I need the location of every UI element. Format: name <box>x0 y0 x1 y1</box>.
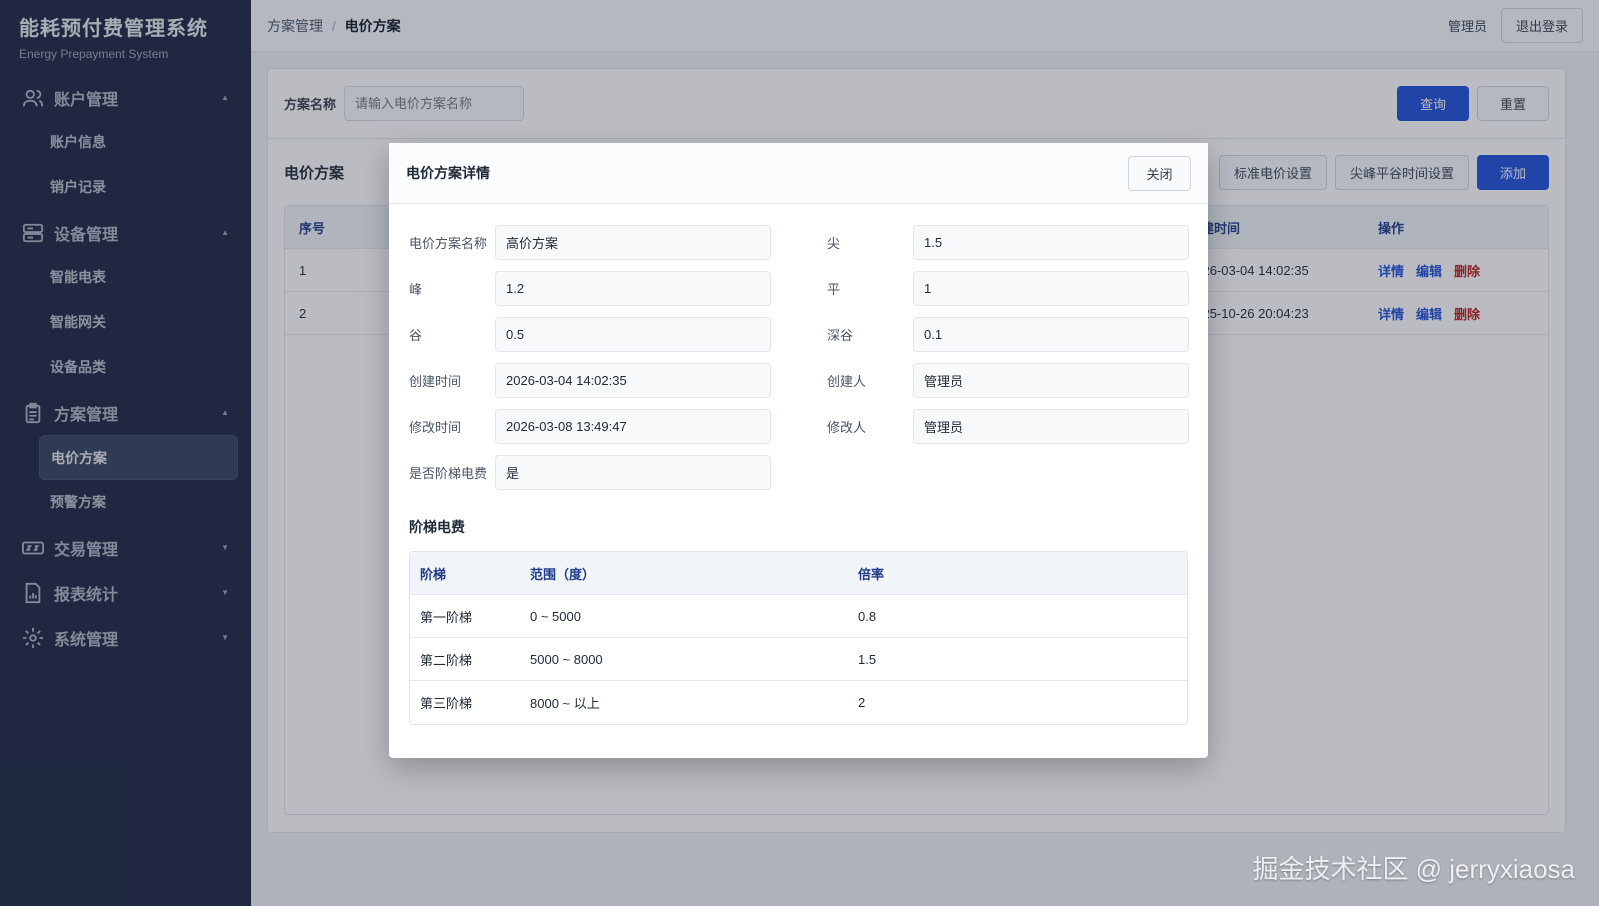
tier-range: 8000 ~ 以上 <box>530 696 600 711</box>
tier-name: 第一阶梯 <box>420 609 473 625</box>
detail-form: 电价方案名称 高价方案尖 1.5 峰 1.2 平 1 谷 0.5 深谷 0.1 创建时间 2026-03… <box>389 204 1208 490</box>
modal-header: 电价方案详情 关闭 <box>389 143 1208 204</box>
field-value: 0.5 <box>495 317 771 352</box>
detail-field: 平1 <box>827 271 1189 306</box>
field-label: 电价方案名称 <box>409 236 488 251</box>
field-label: 修改时间 <box>409 420 462 435</box>
watermark: 掘金技术社区 @ jerryxiaosa <box>1252 854 1575 884</box>
field-value: 2026-03-04 14:02:35 <box>495 363 771 398</box>
field-label: 修改人 <box>827 420 867 435</box>
detail-field: 谷 0.5 <box>409 317 771 352</box>
detail-field: 峰 1.2 <box>409 271 771 306</box>
tier-row: 第三阶梯 8000 ~ 以上 2 <box>410 681 1187 724</box>
tier-header-rate: 倍率 <box>858 566 885 582</box>
tier-row: 第一阶梯 0 ~ 5000 0.8 <box>410 595 1187 638</box>
tier-header-tier: 阶梯 <box>420 566 447 582</box>
field-value: 管理员 <box>913 409 1189 444</box>
field-label: 深谷 <box>827 328 854 343</box>
tier-rate: 2 <box>858 695 866 710</box>
detail-field: 修改人 管理员 <box>827 409 1189 444</box>
field-value: 1.2 <box>495 271 771 306</box>
tier-header: 阶梯 范围（度） 倍率 <box>410 552 1187 595</box>
tier-row: 第二阶梯 5000 ~ 8000 1.5 <box>410 638 1187 681</box>
detail-field: 深谷 0.1 <box>827 317 1189 352</box>
tier-range: 5000 ~ 8000 <box>530 651 603 667</box>
field-value: 0.1 <box>913 317 1189 352</box>
tier-rate: 0.8 <box>858 608 877 624</box>
field-label: 尖 <box>827 236 841 251</box>
detail-field: 尖 1.5 <box>827 225 1189 260</box>
detail-field: 创建时间 2026-03-04 14:02:35 <box>409 363 771 398</box>
field-label: 平 <box>827 282 841 297</box>
tier-name: 第三阶梯 <box>420 696 473 711</box>
close-button[interactable]: 关闭 <box>1128 155 1191 191</box>
modal-title: 电价方案详情 <box>406 165 490 181</box>
detail-field: 电价方案名称 高价方案 <box>409 225 771 260</box>
tier-range: 0 ~ 5000 <box>530 608 581 624</box>
tier-section-title: 阶梯电费 <box>409 519 465 535</box>
field-value: 是 <box>495 455 771 490</box>
detail-field: 创建人 管理员 <box>827 363 1189 398</box>
field-label: 是否阶梯电费 <box>409 466 488 481</box>
detail-field: 修改时间 2026-03-08 13:49:47 <box>409 409 771 444</box>
field-label: 谷 <box>409 328 423 343</box>
field-value: 高价方案 <box>495 225 771 260</box>
tier-table: 阶梯 范围（度） 倍率 第一阶梯 0 ~ 5000 0.8 第二阶梯 5000 ~ 80… <box>409 551 1188 725</box>
field-value: 1 <box>913 271 1189 306</box>
field-value: 1.5 <box>913 225 1189 260</box>
field-label: 创建时间 <box>409 374 462 389</box>
tier-rate: 1.5 <box>858 651 877 667</box>
field-label: 峰 <box>409 282 423 297</box>
field-label: 创建人 <box>827 374 867 389</box>
field-value: 管理员 <box>913 363 1189 398</box>
detail-field: 是否阶梯电费是 <box>409 455 771 490</box>
tier-header-range: 范围（度） <box>530 566 596 582</box>
field-value: 2026-03-08 13:49:47 <box>495 409 771 444</box>
tier-name: 第二阶梯 <box>420 652 473 668</box>
scheme-detail-modal: 电价方案详情 关闭 电价方案名称 高价方案尖 1.5 峰 1.2 平 1 谷 0.5 深谷 0.1 创… <box>389 143 1208 758</box>
